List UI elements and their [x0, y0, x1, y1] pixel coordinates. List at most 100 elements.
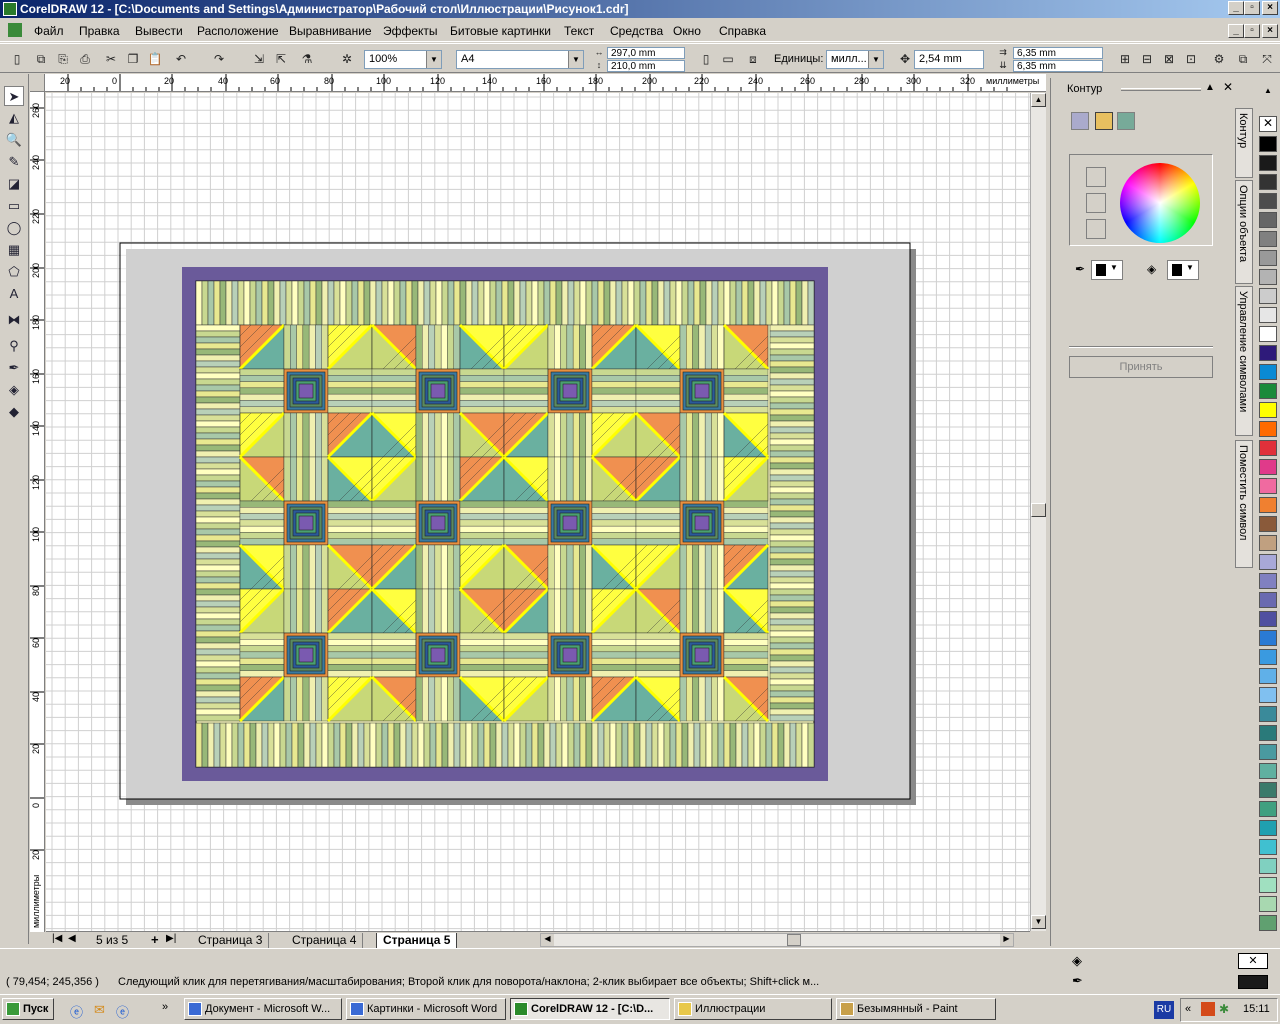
color-swatch[interactable]	[1259, 725, 1277, 741]
scroll-up-button[interactable]: ▲	[1031, 93, 1046, 107]
ellipse-tool-icon[interactable]: ◯	[4, 218, 24, 238]
quilt-block[interactable]	[547, 632, 593, 678]
snap-guides-icon[interactable]: ⊟	[1138, 50, 1156, 68]
color-swatch[interactable]	[1259, 212, 1277, 228]
quilt-block[interactable]	[370, 411, 418, 459]
color-swatch[interactable]	[1259, 858, 1277, 874]
tab-insert-symbol[interactable]: Поместить символ	[1235, 440, 1253, 568]
color-swatch[interactable]	[1259, 592, 1277, 608]
snap-grid-icon[interactable]: ⊞	[1116, 50, 1134, 68]
new-file-icon[interactable]: ▯	[8, 50, 26, 68]
quilt-block[interactable]	[459, 368, 505, 414]
move-icon[interactable]: ⤧	[1258, 50, 1276, 68]
color-swatch[interactable]	[1259, 364, 1277, 380]
task-word-document[interactable]: Документ - Microsoft W...	[184, 998, 342, 1020]
application-launcher-icon[interactable]: ⚗	[298, 50, 316, 68]
paper-width-field[interactable]: 297,0 mm	[607, 47, 685, 59]
quilt-block[interactable]	[283, 324, 329, 370]
shape-tool-icon[interactable]: ◭	[4, 108, 24, 128]
hscroll-thumb[interactable]	[787, 934, 801, 946]
color-swatch[interactable]	[1259, 193, 1277, 209]
outlook-icon[interactable]: ✉	[94, 1002, 105, 1018]
first-page-button[interactable]: |◀	[52, 933, 62, 944]
quilt-block[interactable]	[591, 632, 637, 678]
quilt-block[interactable]	[238, 675, 286, 723]
color-swatch[interactable]	[1259, 573, 1277, 589]
quilt-block[interactable]	[326, 543, 374, 591]
menu-tools[interactable]: Средства	[610, 24, 663, 38]
quilt-block[interactable]	[239, 368, 285, 414]
export-icon[interactable]: ⇱	[272, 50, 290, 68]
quilt-block[interactable]	[679, 676, 725, 722]
quilt-block[interactable]	[238, 411, 286, 459]
pen-icon[interactable]	[1086, 167, 1106, 187]
color-swatch[interactable]	[1259, 497, 1277, 513]
color-wheel[interactable]	[1120, 163, 1200, 243]
tab-symbol-manager[interactable]: Управление символами	[1235, 286, 1253, 436]
quilt-block[interactable]	[283, 412, 329, 458]
quilt-block[interactable]	[502, 411, 550, 459]
quilt-block[interactable]	[722, 675, 770, 723]
color-swatch[interactable]	[1259, 782, 1277, 798]
quilt-block[interactable]	[635, 632, 681, 678]
quilt-block[interactable]	[238, 455, 286, 503]
quilt-block[interactable]	[239, 632, 285, 678]
cut-icon[interactable]: ✂	[102, 50, 120, 68]
quilt-block[interactable]	[415, 412, 461, 458]
menu-file[interactable]: Файл	[34, 24, 64, 38]
quilt-block[interactable]	[370, 675, 418, 723]
color-swatch[interactable]	[1259, 668, 1277, 684]
paper-height-field[interactable]: 210,0 mm	[607, 60, 685, 72]
quilt-block[interactable]	[679, 368, 725, 414]
language-indicator[interactable]: RU	[1154, 1001, 1174, 1019]
quilt-block[interactable]	[502, 675, 550, 723]
menu-effects[interactable]: Эффекты	[383, 24, 438, 38]
snap-objects-icon[interactable]: ⊠	[1160, 50, 1178, 68]
quilt-block[interactable]	[415, 500, 461, 546]
menu-edit[interactable]: Правка	[79, 24, 120, 38]
quilt-block[interactable]	[547, 368, 593, 414]
task-word-pictures[interactable]: Картинки - Microsoft Word	[346, 998, 506, 1020]
doc-restore-button[interactable]: ▫	[1244, 24, 1260, 38]
quilt-block[interactable]	[679, 588, 725, 634]
fill-none-indicator[interactable]: ✕	[1238, 953, 1268, 969]
paper-type-combo[interactable]: A4 ▼	[456, 50, 584, 69]
quilt-block[interactable]	[679, 544, 725, 590]
quilt-block[interactable]	[415, 456, 461, 502]
eyedropper-tool-icon[interactable]: ⚲	[4, 336, 24, 356]
outline-center-icon[interactable]	[1095, 112, 1113, 130]
color-swatch[interactable]	[1259, 763, 1277, 779]
options-icon[interactable]: ⚙	[1210, 50, 1228, 68]
chevron-down-icon[interactable]: ▼	[568, 51, 583, 68]
quilt-block[interactable]	[679, 500, 725, 546]
lock-icon[interactable]	[1086, 193, 1106, 213]
paste-icon[interactable]: 📋	[146, 50, 164, 68]
color-swatch[interactable]	[1259, 269, 1277, 285]
quilt-block[interactable]	[591, 500, 637, 546]
text-tool-icon[interactable]: A	[4, 284, 24, 304]
color-swatch[interactable]	[1259, 687, 1277, 703]
color-swatch[interactable]	[1259, 383, 1277, 399]
scroll-down-button[interactable]: ▼	[1031, 915, 1046, 929]
quilt-block[interactable]	[459, 632, 505, 678]
portrait-icon[interactable]: ▯	[697, 50, 715, 68]
quilt-block[interactable]	[371, 632, 417, 678]
quilt-block[interactable]	[502, 587, 550, 635]
quilt-block[interactable]	[679, 324, 725, 370]
tray-antivirus-icon[interactable]: ✱	[1219, 1002, 1229, 1016]
color-swatch[interactable]	[1259, 459, 1277, 475]
scroll-left-button[interactable]: ◀	[541, 934, 554, 946]
quilt-block[interactable]	[502, 543, 550, 591]
pick-tool-icon[interactable]: ➤	[4, 86, 24, 106]
color-swatch[interactable]	[1259, 307, 1277, 323]
quilt-block[interactable]	[503, 632, 549, 678]
color-swatch[interactable]	[1259, 554, 1277, 570]
quilt-block[interactable]	[326, 587, 374, 635]
scroll-right-button[interactable]: ▶	[1000, 934, 1013, 946]
fill-tool-icon[interactable]: ◈	[4, 380, 24, 400]
redo-icon[interactable]: ↷	[210, 50, 228, 68]
prev-page-button[interactable]: ◀	[68, 933, 76, 944]
no-color-swatch[interactable]: ✕	[1259, 116, 1277, 132]
close-button[interactable]: ×	[1262, 1, 1278, 15]
quilt-block[interactable]	[547, 456, 593, 502]
